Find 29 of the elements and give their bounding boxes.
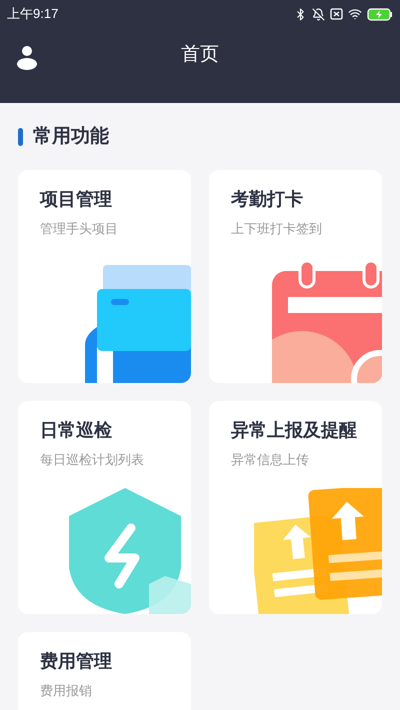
sim-icon: [330, 8, 343, 20]
feature-card[interactable]: 费用管理 费用报销: [18, 632, 191, 710]
page-title: 首页: [181, 43, 219, 68]
card-title: 异常上报及提醒: [230, 418, 358, 442]
user-icon[interactable]: [17, 45, 37, 70]
card-title: 项目管理: [38, 188, 113, 210]
card-title: 日常巡检: [39, 418, 113, 442]
feature-card[interactable]: 异常上报及提醒 异常信息上传: [209, 400, 382, 614]
card-title: 考勤打卡: [230, 188, 304, 210]
bluetooth-icon: [294, 8, 307, 20]
feature-card[interactable]: 项目管理 管理手头项目: [18, 170, 191, 382]
muted-bell-icon: [312, 8, 325, 20]
wifi-icon: [348, 7, 362, 21]
card-subtitle: 每日巡检计划列表: [39, 450, 145, 468]
section-title: 常用功能: [33, 125, 109, 149]
status-time: 上午9:17: [7, 5, 58, 24]
feature-card[interactable]: 日常巡检 每日巡检计划列表: [18, 400, 191, 614]
folder-icon: [83, 264, 191, 382]
card-title: 费用管理: [38, 650, 113, 672]
shield-icon: [69, 488, 191, 614]
upload-icon: [254, 488, 382, 614]
card-subtitle: 上下班打卡签到: [230, 220, 323, 238]
section-marker-icon: [18, 128, 23, 146]
battery-icon: [367, 8, 393, 20]
card-subtitle: 费用报销: [39, 682, 93, 700]
feature-card[interactable]: 考勤打卡 上下班打卡签到: [209, 170, 382, 382]
calendar-icon: [272, 260, 382, 382]
card-subtitle: 管理手头项目: [39, 220, 119, 238]
card-subtitle: 异常信息上传: [230, 450, 310, 468]
